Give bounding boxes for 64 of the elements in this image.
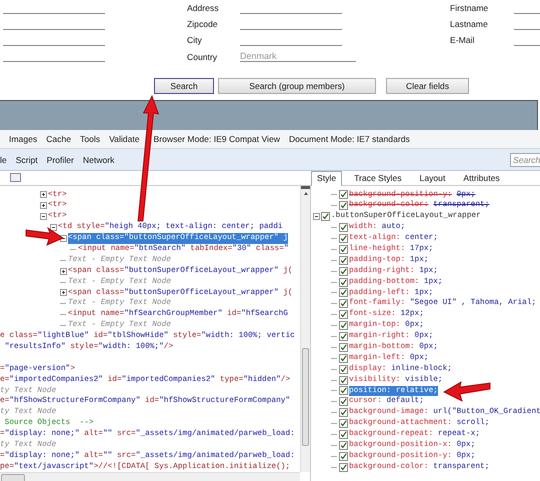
checkbox[interactable] (339, 342, 348, 352)
checkbox[interactable] (339, 299, 348, 308)
checkbox[interactable] (339, 321, 348, 330)
tab[interactable]: Script (16, 154, 38, 164)
mode-menu[interactable]: Document Mode: IE7 standards (288, 134, 410, 144)
expand-icon[interactable] (60, 289, 67, 296)
checkbox[interactable] (339, 419, 348, 428)
checkbox[interactable] (339, 452, 348, 461)
checkbox[interactable] (339, 234, 348, 243)
checkbox[interactable] (339, 244, 348, 254)
checkbox[interactable] (339, 386, 348, 396)
checkbox[interactable] (339, 430, 348, 440)
field-label: E-Mail (450, 35, 476, 45)
checkbox[interactable] (339, 397, 348, 406)
checkbox[interactable] (339, 266, 348, 276)
collapse-icon[interactable] (40, 213, 47, 220)
checkbox[interactable] (339, 332, 348, 342)
tab[interactable]: Trace Styles (348, 171, 408, 185)
form-button[interactable]: Search (154, 78, 214, 94)
menu-item[interactable]: Tools (80, 134, 100, 144)
tab[interactable]: Layout (414, 171, 452, 185)
tab[interactable]: Attributes (457, 171, 506, 185)
expand-icon[interactable] (60, 268, 67, 275)
checkbox[interactable] (321, 212, 330, 222)
menu-item[interactable]: Cache (46, 134, 72, 144)
field-label: Country (187, 52, 218, 62)
horizontal-scrollbar[interactable] (0, 472, 300, 481)
form-button[interactable]: Search (group members) (218, 78, 376, 94)
field-label: Address (187, 3, 220, 13)
checkbox[interactable] (339, 354, 348, 363)
tab[interactable]: le (0, 154, 7, 164)
menu-item[interactable]: Images (9, 134, 38, 144)
checkbox[interactable] (339, 190, 348, 200)
collapse-icon[interactable] (313, 213, 320, 220)
tab[interactable]: Network (82, 154, 114, 164)
expand-icon[interactable] (40, 202, 47, 210)
checkbox[interactable] (339, 278, 348, 287)
checkbox[interactable] (339, 376, 348, 385)
checkbox[interactable] (339, 408, 348, 418)
checkbox[interactable] (339, 310, 348, 320)
checkbox[interactable] (339, 256, 348, 265)
field-label: Zipcode (187, 19, 219, 29)
annotation-arrow (443, 381, 490, 402)
menu-item[interactable]: Validate (109, 134, 140, 144)
annotation-arrow (26, 226, 64, 246)
tab[interactable]: Profiler (46, 154, 74, 164)
vertical-scrollbar[interactable] (300, 186, 310, 472)
checkbox[interactable] (339, 364, 348, 374)
field-label: Firstname (450, 3, 490, 13)
checkbox[interactable] (339, 440, 348, 450)
checkbox[interactable] (339, 462, 348, 472)
search-field[interactable]: Search (510, 152, 540, 166)
checkbox[interactable] (339, 288, 348, 298)
expand-icon[interactable] (40, 191, 47, 198)
field-label: City (187, 35, 203, 45)
select-element-icon[interactable] (10, 173, 21, 182)
collapse-icon[interactable] (50, 224, 57, 232)
form-button[interactable]: Clear fields (386, 78, 469, 94)
tab[interactable]: Style (311, 171, 342, 186)
input-field[interactable]: Denmark (240, 50, 356, 62)
checkbox[interactable] (339, 201, 348, 210)
mode-menu[interactable]: Browser Mode: IE9 Compat View (154, 134, 280, 144)
field-label: Lastname (450, 19, 489, 29)
checkbox[interactable] (339, 223, 348, 232)
